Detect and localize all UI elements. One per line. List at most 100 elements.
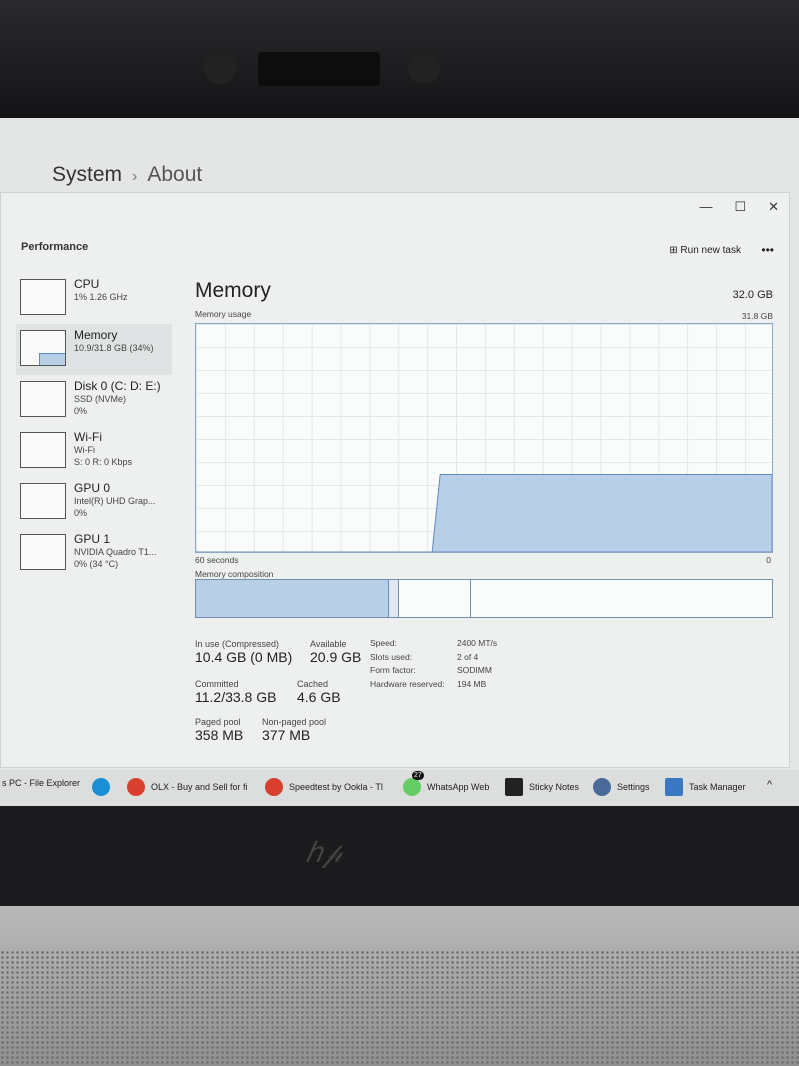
taskbar-item[interactable]: 27 WhatsApp Web — [403, 771, 489, 796]
slots-label: Slots used: — [370, 651, 413, 662]
sidebar: CPU 1% 1.26 GHz Memory 10.9/31.8 GB (34%) Di… — [16, 273, 172, 579]
thumbnail-graph — [20, 483, 66, 519]
camera-shutter — [258, 52, 380, 86]
sidebar-item-wi-fi[interactable]: Wi-Fi Wi-Fi S: 0 R: 0 Kbps — [16, 426, 172, 477]
sidebar-item-detail: SSD (NVMe) — [74, 394, 127, 404]
taskbar-label: OLX - Buy and Sell for fi — [151, 782, 248, 792]
sidebar-item-cpu[interactable]: CPU 1% 1.26 GHz — [16, 273, 172, 324]
in-use-label: In use (Compressed) — [195, 639, 280, 649]
sidebar-item-name: Wi-Fi — [74, 430, 102, 444]
memory-usage-area — [196, 473, 772, 552]
sticky-notes-icon — [505, 778, 523, 796]
whatsapp-icon — [403, 778, 421, 796]
taskbar-item[interactable]: OLX - Buy and Sell for fi — [127, 778, 248, 796]
form-factor-value: SODIMM — [457, 665, 492, 675]
chrome-icon — [127, 778, 145, 796]
thumbnail-graph — [20, 279, 66, 315]
taskbar-label: s PC - File Explorer — [2, 778, 81, 788]
taskbar-item[interactable]: Speedtest by Ookla - Tl — [265, 778, 383, 796]
taskbar-label: Speedtest by Ookla - Tl — [289, 782, 383, 792]
more-options-button[interactable]: ••• — [761, 243, 774, 257]
page-title: Performance — [21, 241, 89, 253]
hp-logo: ℎ𝓅 — [305, 837, 343, 868]
task-manager-window: — ☐ ✕ Performance ⊞ Run new task ••• CPU… — [0, 192, 790, 768]
taskbar-item[interactable]: Sticky Notes — [505, 778, 579, 796]
memory-total: 32.0 GB — [732, 289, 773, 301]
breadcrumb-system[interactable]: System — [52, 163, 122, 186]
time-axis-end: 0 — [766, 555, 771, 565]
sidebar-item-disk[interactable]: Disk 0 (C: D: E:) SSD (NVMe) 0% — [16, 375, 172, 426]
taskbar-item[interactable]: Task Manager — [665, 778, 746, 796]
sidebar-item-detail: 10.9/31.8 GB (34%) — [74, 343, 154, 353]
chrome-icon — [265, 778, 283, 796]
committed-label: Committed — [195, 679, 239, 689]
chevron-up-icon[interactable]: ^ — [767, 779, 772, 791]
taskbar: ^ s PC - File Explorer OLX - Buy and Sell… — [0, 770, 799, 806]
memory-title: Memory — [195, 279, 271, 302]
taskbar-label: Settings — [617, 782, 650, 792]
run-new-task-button[interactable]: ⊞ Run new task — [669, 245, 741, 256]
composition-free — [471, 580, 772, 617]
memory-usage-graph — [195, 323, 773, 553]
sidebar-item-memory[interactable]: Memory 10.9/31.8 GB (34%) — [16, 324, 172, 375]
hardware-reserved-value: 194 MB — [457, 678, 487, 689]
task-manager-icon — [665, 778, 683, 796]
close-button[interactable]: ✕ — [768, 199, 779, 215]
thumbnail-graph — [20, 381, 66, 417]
screen: System › About — ☐ ✕ Performance ⊞ Run new… — [0, 118, 799, 806]
memory-composition-bar — [195, 579, 773, 618]
maximize-button[interactable]: ☐ — [734, 199, 746, 215]
in-use-value: 10.4 GB (0 MB) — [195, 649, 293, 665]
sidebar-item-detail2: 0% (34 °C) — [74, 559, 119, 569]
sidebar-item-name: GPU 1 — [74, 532, 111, 546]
thumbnail-graph — [20, 432, 66, 468]
sidebar-item-detail: Wi-Fi — [74, 445, 95, 455]
chevron-right-icon: › — [132, 168, 138, 185]
camera-icon — [204, 52, 236, 84]
sidebar-item-detail2: S: 0 R: 0 Kbps — [74, 457, 133, 467]
breadcrumb-about: About — [147, 163, 203, 186]
thumbnail-graph — [20, 534, 66, 570]
sidebar-item-gpu[interactable]: GPU 1 NVIDIA Quadro T1... 0% (34 °C) — [16, 528, 172, 579]
edge-icon — [92, 778, 110, 796]
memory-usage-label: Memory usage — [195, 309, 252, 319]
screen-bezel — [0, 0, 799, 118]
lower-bezel: ℎ𝓅 — [0, 806, 799, 906]
memory-panel: Memory 32.0 GB Memory usage 31.8 GB 60 s… — [195, 279, 773, 743]
memory-thumb-fill — [39, 353, 65, 365]
composition-label: Memory composition — [195, 569, 274, 579]
composition-standby — [399, 580, 471, 617]
taskbar-label: Task Manager — [689, 782, 746, 792]
gear-icon — [593, 778, 611, 796]
sidebar-item-detail: 1% 1.26 GHz — [74, 292, 128, 302]
time-axis-label: 60 seconds — [195, 555, 239, 565]
notification-badge: 27 — [412, 771, 424, 780]
sidebar-item-name: GPU 0 — [74, 481, 111, 495]
breadcrumb: System › About — [52, 163, 202, 187]
memory-usage-max: 31.8 GB — [741, 311, 773, 321]
taskbar-item[interactable]: s PC - File Explorer — [2, 778, 80, 788]
sidebar-item-gpu[interactable]: GPU 0 Intel(R) UHD Grap... 0% — [16, 477, 172, 528]
run-task-icon: ⊞ — [669, 245, 681, 256]
sidebar-item-name: CPU — [74, 277, 100, 291]
sidebar-item-detail2: 0% — [74, 508, 88, 518]
sidebar-item-detail: NVIDIA Quadro T1... — [74, 547, 157, 557]
thumbnail-graph — [20, 330, 66, 366]
minimize-button[interactable]: — — [699, 199, 712, 215]
taskbar-item[interactable]: Settings — [593, 778, 650, 796]
sidebar-item-name: Disk 0 (C: D: E:) — [74, 379, 161, 393]
sidebar-item-detail2: 0% — [74, 406, 88, 416]
form-factor-label: Form factor: — [370, 665, 416, 675]
taskbar-item[interactable] — [92, 778, 116, 796]
cached-value: 4.6 GB — [297, 689, 341, 705]
sidebar-item-name: Memory — [74, 328, 118, 342]
hardware-reserved-label: Hardware reserved: — [370, 678, 445, 689]
sidebar-item-detail: Intel(R) UHD Grap... — [74, 496, 156, 506]
non-paged-pool-value: 377 MB — [262, 727, 311, 743]
speed-label: Speed: — [370, 638, 397, 648]
taskbar-label: Sticky Notes — [529, 782, 580, 792]
slots-value: 2 of 4 — [457, 651, 479, 662]
sensor-icon — [408, 52, 440, 84]
non-paged-pool-label: Non-paged pool — [262, 717, 327, 727]
cached-label: Cached — [297, 679, 329, 689]
